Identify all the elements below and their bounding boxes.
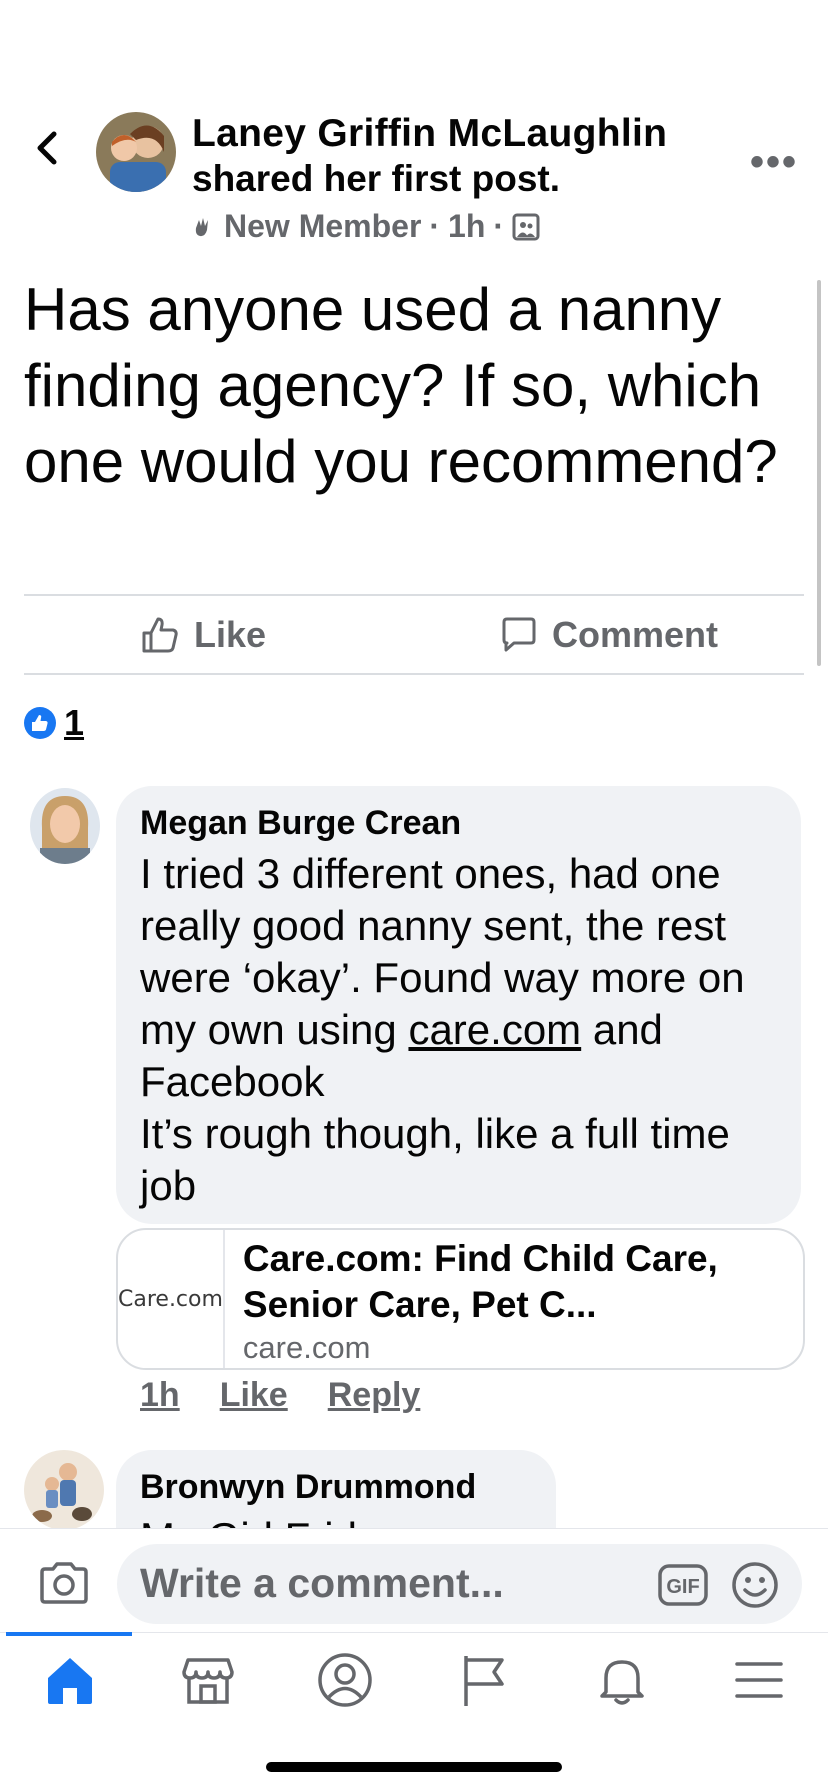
- profile-icon: [318, 1653, 372, 1707]
- like-button[interactable]: Like: [140, 614, 266, 656]
- new-member-icon: [195, 217, 208, 236]
- link-preview-thumbnail: Care.com: [118, 1230, 225, 1368]
- like-reaction-icon: [24, 707, 56, 739]
- commenter-avatar[interactable]: [30, 788, 100, 864]
- tab-profile[interactable]: [317, 1652, 373, 1708]
- comment-button[interactable]: Comment: [500, 614, 718, 656]
- comment-label: Comment: [552, 614, 719, 655]
- emoji-button[interactable]: [730, 1560, 780, 1615]
- post-action-text: shared her first post.: [192, 158, 561, 199]
- more-options-button[interactable]: •••: [750, 140, 798, 185]
- divider: [24, 673, 804, 675]
- tab-menu[interactable]: [731, 1652, 787, 1708]
- notifications-icon: [600, 1660, 644, 1705]
- scrollbar[interactable]: [817, 280, 821, 666]
- comment-like-button[interactable]: Like: [220, 1376, 288, 1415]
- more-icon: •••: [749, 140, 798, 184]
- new-member-badge[interactable]: New Member: [224, 208, 421, 245]
- back-button[interactable]: [30, 128, 64, 168]
- comment-text-part: It’s rough though, like a full time job: [140, 1110, 730, 1209]
- home-icon: [48, 1658, 92, 1704]
- link-preview-card[interactable]: Care.com Care.com: Find Child Care, Seni…: [116, 1228, 805, 1370]
- like-icon: [142, 617, 178, 653]
- comment-actions: 1h Like Reply: [140, 1376, 420, 1415]
- camera-button[interactable]: [38, 1560, 90, 1611]
- post-time[interactable]: 1h: [448, 208, 485, 245]
- comment-reply-button[interactable]: Reply: [328, 1376, 421, 1415]
- active-tab-indicator: [6, 1632, 132, 1636]
- back-icon: [37, 131, 57, 165]
- link-preview-body: Care.com: Find Child Care, Senior Care, …: [225, 1230, 803, 1368]
- tab-home[interactable]: [42, 1652, 98, 1708]
- comment-link[interactable]: care.com: [408, 1006, 581, 1053]
- home-indicator: [266, 1762, 562, 1772]
- reaction-count: 1: [64, 702, 85, 743]
- post-text: Has anyone used a nanny finding agency? …: [24, 276, 778, 495]
- gif-icon: GIF: [658, 1564, 708, 1606]
- commenter-avatar[interactable]: [24, 1450, 104, 1530]
- comment-text: My Girl Friday: [140, 1512, 401, 1528]
- bottom-tab-bar: [0, 1632, 828, 1753]
- like-label: Like: [194, 614, 267, 655]
- meta-separator: ·: [493, 208, 505, 244]
- marketplace-icon: [182, 1658, 234, 1704]
- comment-icon: [502, 617, 536, 652]
- comment-text: I tried 3 different ones, had one really…: [140, 848, 790, 1212]
- comment-author[interactable]: Megan Burge Crean: [140, 804, 461, 843]
- comment-input-placeholder: Write a comment...: [140, 1560, 504, 1606]
- comment-bubble[interactable]: Bronwyn Drummond My Girl Friday: [116, 1450, 556, 1528]
- gif-button[interactable]: GIF: [658, 1562, 708, 1613]
- comment-bubble[interactable]: Megan Burge Crean I tried 3 different on…: [116, 786, 801, 1224]
- tab-marketplace[interactable]: [180, 1652, 236, 1708]
- camera-icon: [40, 1562, 88, 1604]
- svg-text:GIF: GIF: [666, 1576, 699, 1598]
- author-avatar[interactable]: [96, 112, 176, 192]
- comment-time[interactable]: 1h: [140, 1376, 180, 1415]
- link-preview-title: Care.com: Find Child Care, Senior Care, …: [242, 1238, 718, 1325]
- reaction-summary[interactable]: 1: [24, 702, 84, 744]
- post-meta: New Member · 1h ·: [190, 208, 540, 245]
- group-members-icon: [512, 213, 540, 240]
- comment-author[interactable]: Bronwyn Drummond: [140, 1468, 476, 1507]
- menu-icon: [735, 1662, 783, 1698]
- care-logo: Care.com: [118, 1286, 223, 1312]
- tab-notifications[interactable]: [594, 1652, 650, 1708]
- link-preview-domain: care.com: [242, 1330, 371, 1365]
- post-author-name[interactable]: Laney Griffin McLaughlin: [192, 112, 667, 156]
- divider: [24, 594, 804, 596]
- meta-separator: ·: [429, 208, 441, 244]
- tab-pages[interactable]: [456, 1652, 512, 1708]
- emoji-icon: [732, 1562, 778, 1608]
- pages-icon: [464, 1656, 504, 1706]
